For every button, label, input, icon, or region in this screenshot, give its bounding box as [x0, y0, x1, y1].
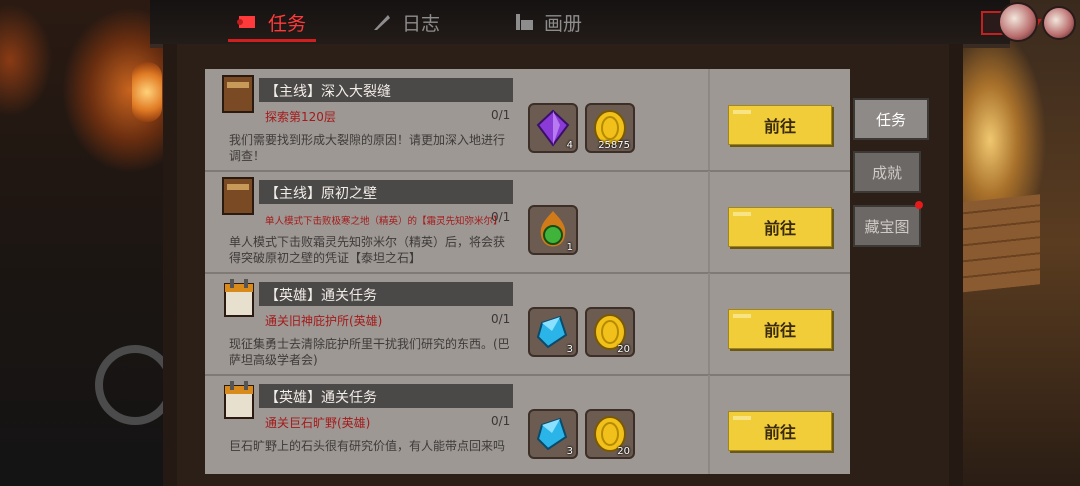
- side-tab-achievements[interactable]: 成就: [853, 151, 921, 193]
- quest-objective: 单人模式下击败极寒之地（精英）的【霜灵先知弥米尔】: [265, 216, 503, 227]
- reward-slot[interactable]: 3: [528, 409, 578, 459]
- quest-progress: 0/1: [491, 414, 511, 428]
- reward-count: 25875: [598, 140, 630, 151]
- lantern-icon: [132, 62, 162, 122]
- reward-count: 4: [566, 140, 573, 151]
- tab-journal[interactable]: 日志: [370, 6, 440, 38]
- quest-objective: 通关巨石旷野(英雄): [265, 416, 371, 430]
- tab-album-label: 画册: [544, 12, 583, 35]
- quest-list: 【主线】深入大裂缝 探索第120层 0/1 我们需要找到形成大裂隙的原因！请更加…: [205, 69, 850, 474]
- reward-slot[interactable]: 25875: [585, 103, 635, 153]
- go-button[interactable]: 前往: [728, 411, 832, 451]
- tab-quests-label: 任务: [268, 12, 307, 35]
- quest-title: 【主线】深入大裂缝: [265, 84, 391, 100]
- go-button[interactable]: 前往: [728, 207, 832, 247]
- quest-progress: 0/1: [491, 108, 511, 122]
- tab-album[interactable]: 画册: [512, 6, 582, 38]
- side-tab-label: 任务: [875, 110, 906, 129]
- quill-icon: [374, 15, 390, 30]
- quest-title: 【英雄】通关任务: [265, 390, 377, 406]
- reward-slot[interactable]: 20: [585, 307, 635, 357]
- go-button-label: 前往: [763, 219, 796, 238]
- go-button-label: 前往: [763, 423, 796, 442]
- reward-slot[interactable]: 3: [528, 307, 578, 357]
- reward-count: 1: [566, 242, 573, 253]
- go-button[interactable]: 前往: [728, 309, 832, 349]
- quest-objective: 通关旧神庇护所(英雄): [265, 314, 383, 328]
- quest-progress: 0/1: [491, 210, 511, 224]
- row-divider: [708, 375, 710, 474]
- album-icon: [516, 14, 533, 30]
- calendar-icon: [224, 279, 254, 317]
- calendar-icon: [224, 381, 254, 419]
- side-tab-label: 成就: [871, 163, 902, 182]
- quest-progress: 0/1: [491, 312, 511, 326]
- reward-slot[interactable]: 20: [585, 409, 635, 459]
- quest-description: 我们需要找到形成大裂隙的原因！请更加深入地进行调查！: [229, 133, 506, 163]
- row-divider: [708, 273, 710, 374]
- avatar-button[interactable]: [998, 2, 1038, 42]
- row-divider: [708, 69, 710, 170]
- book-icon: [222, 75, 254, 113]
- settings-round-button[interactable]: [1042, 6, 1076, 40]
- go-button-label: 前往: [763, 321, 796, 340]
- reward-count: 3: [566, 344, 573, 355]
- reward-count: 3: [566, 446, 573, 457]
- quest-title: 【英雄】通关任务: [265, 288, 377, 304]
- go-button[interactable]: 前往: [728, 105, 832, 145]
- reward-count: 20: [617, 344, 630, 355]
- go-button-label: 前往: [763, 117, 796, 136]
- reward-slot[interactable]: 4: [528, 103, 578, 153]
- scroll-icon: [237, 16, 255, 28]
- quest-description: 巨石旷野上的石头很有研究价值，有人能带点回来吗: [229, 439, 506, 453]
- notification-dot: [915, 201, 923, 209]
- quest-title: 【主线】原初之壁: [265, 186, 377, 202]
- quest-row: 【主线】原初之壁 单人模式下击败极寒之地（精英）的【霜灵先知弥米尔】 0/1 单…: [205, 171, 850, 274]
- quest-description: 单人模式下击败霜灵先知弥米尔（精英）后，将会获得突破原初之壁的凭证【泰坦之石】: [229, 235, 506, 265]
- side-tab-label: 藏宝图: [864, 217, 910, 236]
- tab-journal-label: 日志: [402, 12, 441, 35]
- top-tab-bar: 任务 日志 画册: [150, 0, 1076, 48]
- side-tab-treasure-map[interactable]: 藏宝图: [853, 205, 921, 247]
- row-divider: [708, 171, 710, 272]
- quest-row: 【主线】深入大裂缝 探索第120层 0/1 我们需要找到形成大裂隙的原因！请更加…: [205, 69, 850, 172]
- side-tab-quests[interactable]: 任务: [853, 98, 929, 140]
- reward-count: 20: [617, 446, 630, 457]
- quest-row: 【英雄】通关任务 通关巨石旷野(英雄) 0/1 巨石旷野上的石头很有研究价值，有…: [205, 375, 850, 474]
- tab-quests[interactable]: 任务: [227, 6, 317, 42]
- quest-objective: 探索第120层: [265, 110, 336, 124]
- quest-row: 【英雄】通关任务 通关旧神庇护所(英雄) 0/1 现征集勇士去清除庇护所里干扰我…: [205, 273, 850, 376]
- quest-description: 现征集勇士去清除庇护所里干扰我们研究的东西。(巴萨坦高级学者会): [229, 337, 510, 367]
- book-icon: [222, 177, 254, 215]
- reward-slot[interactable]: 1: [528, 205, 578, 255]
